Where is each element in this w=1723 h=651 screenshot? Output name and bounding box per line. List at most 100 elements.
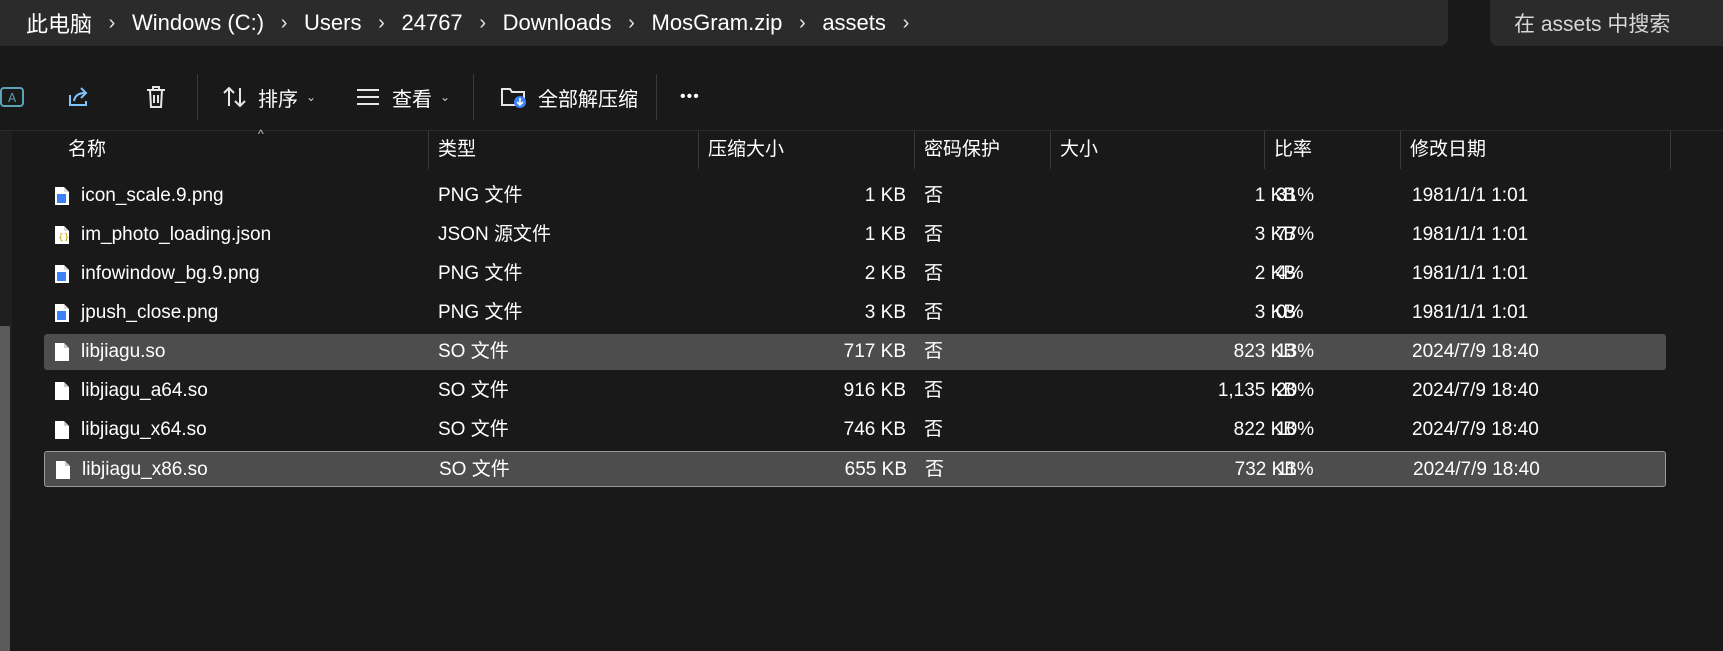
file-size: 822 KB bbox=[1233, 419, 1296, 440]
column-divider[interactable] bbox=[1264, 131, 1265, 169]
file-icon bbox=[55, 382, 69, 400]
file-name: libjiagu.so bbox=[81, 341, 166, 362]
file-name: icon_scale.9.png bbox=[81, 185, 224, 206]
column-divider[interactable] bbox=[428, 131, 429, 169]
chevron-down-icon: ⌄ bbox=[440, 90, 451, 104]
file-modified: 1981/1/1 1:01 bbox=[1412, 224, 1529, 245]
file-ratio: 13% bbox=[1276, 341, 1315, 362]
file-ratio: 77% bbox=[1276, 224, 1315, 245]
json-file-icon: {} bbox=[55, 226, 69, 244]
table-row[interactable]: {} im_photo_loading.json JSON 源文件 1 KB 否… bbox=[44, 217, 1666, 253]
file-compressed-size: 717 KB bbox=[843, 341, 906, 362]
column-name[interactable]: 名称 bbox=[60, 131, 106, 169]
breadcrumb-this-pc[interactable]: 此电脑 bbox=[26, 7, 92, 39]
view-button[interactable]: 查看 ⌄ bbox=[356, 73, 450, 121]
file-name: libjiagu_x86.so bbox=[82, 459, 208, 480]
file-icon bbox=[55, 421, 69, 439]
list-view-icon bbox=[357, 89, 379, 105]
column-divider[interactable] bbox=[1050, 131, 1051, 169]
chevron-right-icon[interactable]: › bbox=[782, 12, 822, 35]
file-compressed-size: 916 KB bbox=[843, 380, 906, 401]
table-row[interactable]: libjiagu_a64.so SO 文件 916 KB 否 1,135 KB … bbox=[44, 373, 1666, 409]
chevron-down-icon: ⌄ bbox=[306, 90, 317, 104]
search-input[interactable]: 在 assets 中搜索 bbox=[1490, 0, 1723, 46]
delete-button[interactable] bbox=[144, 73, 168, 121]
column-compressed-size[interactable]: 压缩大小 bbox=[700, 131, 784, 169]
table-row[interactable]: libjiagu_x64.so SO 文件 746 KB 否 822 KB 10… bbox=[44, 412, 1666, 448]
search-placeholder: 在 assets 中搜索 bbox=[1514, 13, 1671, 36]
chevron-right-icon[interactable]: › bbox=[612, 12, 652, 35]
column-size[interactable]: 大小 bbox=[1052, 131, 1098, 169]
share-icon bbox=[69, 87, 88, 106]
file-size: 732 KB bbox=[1234, 459, 1297, 480]
nav-scrollbar-thumb[interactable] bbox=[0, 326, 10, 651]
chevron-right-icon[interactable]: › bbox=[264, 12, 304, 35]
sort-button[interactable]: 排序 ⌄ bbox=[222, 73, 316, 121]
nav-pane-edge bbox=[0, 131, 12, 651]
column-divider[interactable] bbox=[914, 131, 915, 169]
extract-all-label: 全部解压缩 bbox=[538, 88, 638, 111]
png-file-icon bbox=[55, 304, 69, 322]
file-size: 3 KB bbox=[1254, 302, 1296, 323]
file-modified: 2024/7/9 18:40 bbox=[1412, 419, 1539, 440]
toolbar-divider bbox=[473, 74, 474, 120]
breadcrumb-user-folder[interactable]: 24767 bbox=[401, 10, 462, 36]
column-modified[interactable]: 修改日期 bbox=[1402, 131, 1486, 169]
file-password: 否 bbox=[924, 263, 944, 284]
sort-icon bbox=[223, 86, 246, 108]
file-ratio: 0% bbox=[1276, 302, 1304, 323]
share-button[interactable] bbox=[66, 73, 92, 121]
sort-label: 排序 bbox=[258, 88, 298, 111]
png-file-icon bbox=[55, 265, 69, 283]
file-type: SO 文件 bbox=[438, 341, 509, 362]
file-compressed-size: 655 KB bbox=[844, 459, 907, 480]
chevron-right-icon[interactable]: › bbox=[463, 12, 503, 35]
file-compressed-size: 746 KB bbox=[843, 419, 906, 440]
file-compressed-size: 3 KB bbox=[864, 302, 906, 323]
address-bar[interactable]: 此电脑 › Windows (C:) › Users › 24767 › Dow… bbox=[0, 0, 1448, 46]
rename-button[interactable]: A bbox=[0, 73, 26, 121]
breadcrumb-zip[interactable]: MosGram.zip bbox=[652, 10, 783, 36]
file-name: libjiagu_a64.so bbox=[81, 380, 208, 401]
more-icon: ••• bbox=[680, 88, 700, 105]
png-file-icon bbox=[55, 187, 69, 205]
table-row[interactable]: icon_scale.9.png PNG 文件 1 KB 否 1 KB 31% … bbox=[44, 178, 1666, 214]
rename-icon: A bbox=[0, 87, 24, 107]
file-ratio: 11% bbox=[1277, 459, 1314, 480]
file-name: jpush_close.png bbox=[81, 302, 219, 323]
file-modified: 2024/7/9 18:40 bbox=[1413, 459, 1540, 480]
chevron-right-icon[interactable]: › bbox=[92, 12, 132, 35]
column-divider[interactable] bbox=[698, 131, 699, 169]
svg-text:{}: {} bbox=[58, 233, 69, 243]
column-divider[interactable] bbox=[1400, 131, 1401, 169]
column-divider[interactable] bbox=[1670, 131, 1671, 169]
breadcrumb-users[interactable]: Users bbox=[304, 10, 361, 36]
file-modified: 1981/1/1 1:01 bbox=[1412, 302, 1529, 323]
file-type: SO 文件 bbox=[438, 419, 509, 440]
table-row[interactable]: infowindow_bg.9.png PNG 文件 2 KB 否 2 KB 4… bbox=[44, 256, 1666, 292]
file-ratio: 4% bbox=[1276, 263, 1304, 284]
breadcrumb: 此电脑 › Windows (C:) › Users › 24767 › Dow… bbox=[0, 0, 926, 46]
chevron-right-icon[interactable]: › bbox=[886, 12, 926, 35]
breadcrumb-drive-c[interactable]: Windows (C:) bbox=[132, 10, 264, 36]
column-ratio[interactable]: 比率 bbox=[1266, 131, 1312, 169]
more-options-button[interactable]: ••• bbox=[680, 73, 700, 121]
table-row[interactable]: jpush_close.png PNG 文件 3 KB 否 3 KB 0% 19… bbox=[44, 295, 1666, 331]
file-type: PNG 文件 bbox=[438, 302, 523, 323]
toolbar-divider bbox=[197, 74, 198, 120]
column-type[interactable]: 类型 bbox=[430, 131, 476, 169]
toolbar-divider bbox=[656, 74, 657, 120]
file-size: 2 KB bbox=[1254, 263, 1296, 284]
extract-all-button[interactable]: 全部解压缩 bbox=[500, 73, 638, 121]
file-password: 否 bbox=[925, 459, 945, 480]
table-row-focused[interactable]: libjiagu_x86.so SO 文件 655 KB 否 732 KB 11… bbox=[44, 451, 1666, 487]
breadcrumb-assets[interactable]: assets bbox=[822, 10, 886, 36]
file-type: SO 文件 bbox=[439, 459, 510, 480]
table-row-selected[interactable]: libjiagu.so SO 文件 717 KB 否 823 KB 13% 20… bbox=[44, 334, 1666, 370]
file-password: 否 bbox=[924, 302, 944, 323]
breadcrumb-downloads[interactable]: Downloads bbox=[503, 10, 612, 36]
extract-folder-icon bbox=[501, 88, 526, 108]
column-password[interactable]: 密码保护 bbox=[916, 131, 1000, 169]
chevron-right-icon[interactable]: › bbox=[361, 12, 401, 35]
file-type: PNG 文件 bbox=[438, 185, 523, 206]
